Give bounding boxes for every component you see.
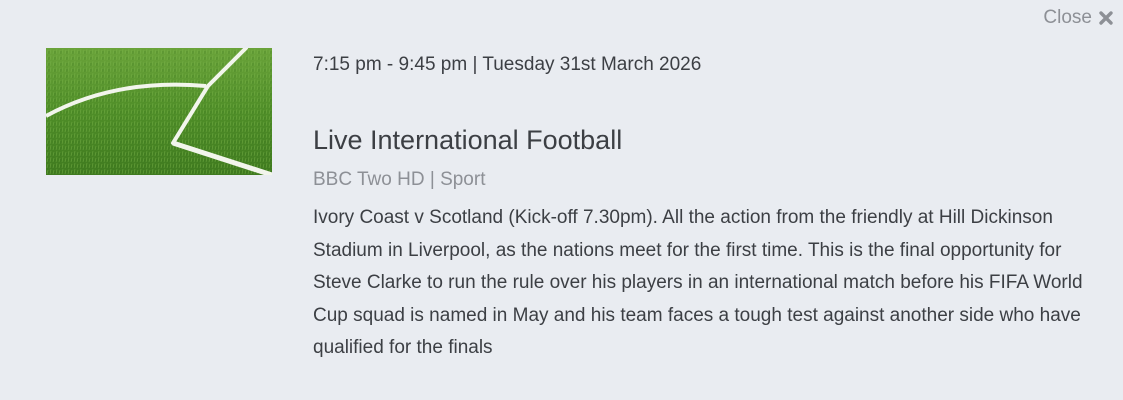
programme-description: Ivory Coast v Scotland (Kick-off 7.30pm)…	[313, 207, 1083, 358]
programme-time: 7:15 pm - 9:45 pm | Tuesday 31st March 2…	[313, 54, 702, 75]
programme-details: 7:15 pm - 9:45 pm | Tuesday 31st March 2…	[313, 52, 1093, 365]
close-button[interactable]: Close	[1043, 7, 1114, 29]
programme-thumbnail	[46, 48, 272, 175]
close-label: Close	[1043, 7, 1092, 28]
programme-channel-genre: BBC Two HD | Sport	[313, 169, 486, 190]
programme-title: Live International Football	[313, 125, 623, 155]
close-icon	[1098, 10, 1114, 26]
